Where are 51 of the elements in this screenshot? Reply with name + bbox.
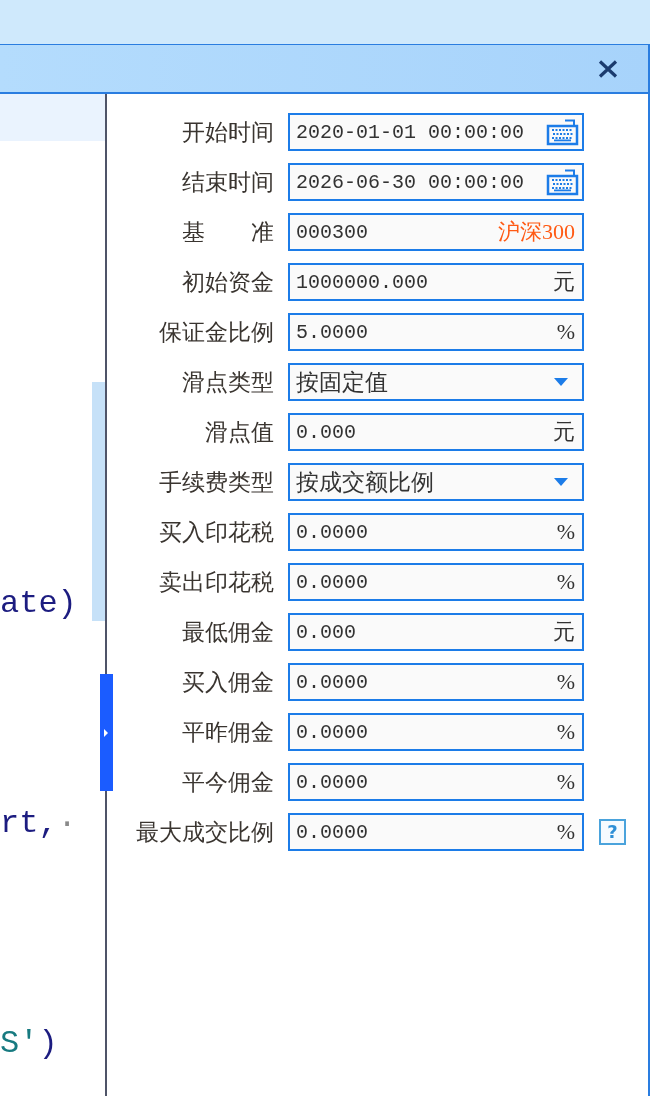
unit-label: 元 (553, 618, 575, 646)
field-label: 最大成交比例 (135, 818, 275, 847)
field-label: 初始资金 (181, 268, 275, 297)
unit-label: % (556, 569, 575, 595)
input-field[interactable]: 0.000 元 (288, 613, 584, 651)
field-label: 买入印花税 (158, 518, 275, 547)
field-label: 滑点类型 (181, 368, 275, 397)
code-line: rt,· (0, 810, 77, 838)
input-field[interactable]: 0.0000 % (288, 513, 584, 551)
unit-label: 元 (553, 268, 575, 296)
field-label: 买入佣金 (181, 668, 275, 697)
unit-label: % (556, 669, 575, 695)
field-label: 平昨佣金 (181, 718, 275, 747)
field-label: 结束时间 (181, 168, 275, 197)
input-field[interactable]: 5.0000 % (288, 313, 584, 351)
scrollbar-thumb[interactable] (92, 382, 105, 621)
unit-label: % (556, 319, 575, 345)
code-line: S') (0, 1030, 58, 1058)
unit-label: % (556, 769, 575, 795)
field-label: 基 准 (181, 218, 275, 247)
input-field[interactable]: 000300 沪深300 (288, 213, 584, 251)
field-label: 最低佣金 (181, 618, 275, 647)
unit-label: % (556, 819, 575, 845)
field-label: 保证金比例 (158, 318, 275, 347)
close-icon[interactable] (598, 59, 618, 78)
field-label: 滑点值 (204, 418, 275, 447)
input-field[interactable]: 1000000.000 元 (288, 263, 584, 301)
date-field[interactable]: 2026-06-30 00:00:00 (288, 163, 584, 201)
field-label: 开始时间 (181, 118, 275, 147)
dropdown[interactable]: 按成交额比例 (288, 463, 584, 501)
input-field[interactable]: 0.0000 % (288, 713, 584, 751)
caret-icon (554, 478, 568, 486)
unit-label: % (556, 719, 575, 745)
input-field[interactable]: 0.000 元 (288, 413, 584, 451)
dropdown[interactable]: 按固定值 (288, 363, 584, 401)
code-line: ate) (0, 590, 77, 618)
input-field[interactable]: 0.0000 % (288, 763, 584, 801)
unit-label: 元 (553, 418, 575, 446)
caret-icon (554, 378, 568, 386)
unit-label: % (556, 519, 575, 545)
benchmark-name: 沪深300 (498, 218, 575, 246)
field-label: 手续费类型 (158, 468, 275, 497)
date-field[interactable]: 2020-01-01 00:00:00 (288, 113, 584, 151)
field-label: 卖出印花税 (158, 568, 275, 597)
keyboard-icon[interactable] (546, 118, 579, 146)
keyboard-icon[interactable] (546, 168, 579, 196)
input-field[interactable]: 0.0000 % (288, 813, 584, 851)
input-field[interactable]: 0.0000 % (288, 563, 584, 601)
splitter-handle[interactable] (100, 674, 113, 791)
input-field[interactable]: 0.0000 % (288, 663, 584, 701)
field-label: 平今佣金 (181, 768, 275, 797)
